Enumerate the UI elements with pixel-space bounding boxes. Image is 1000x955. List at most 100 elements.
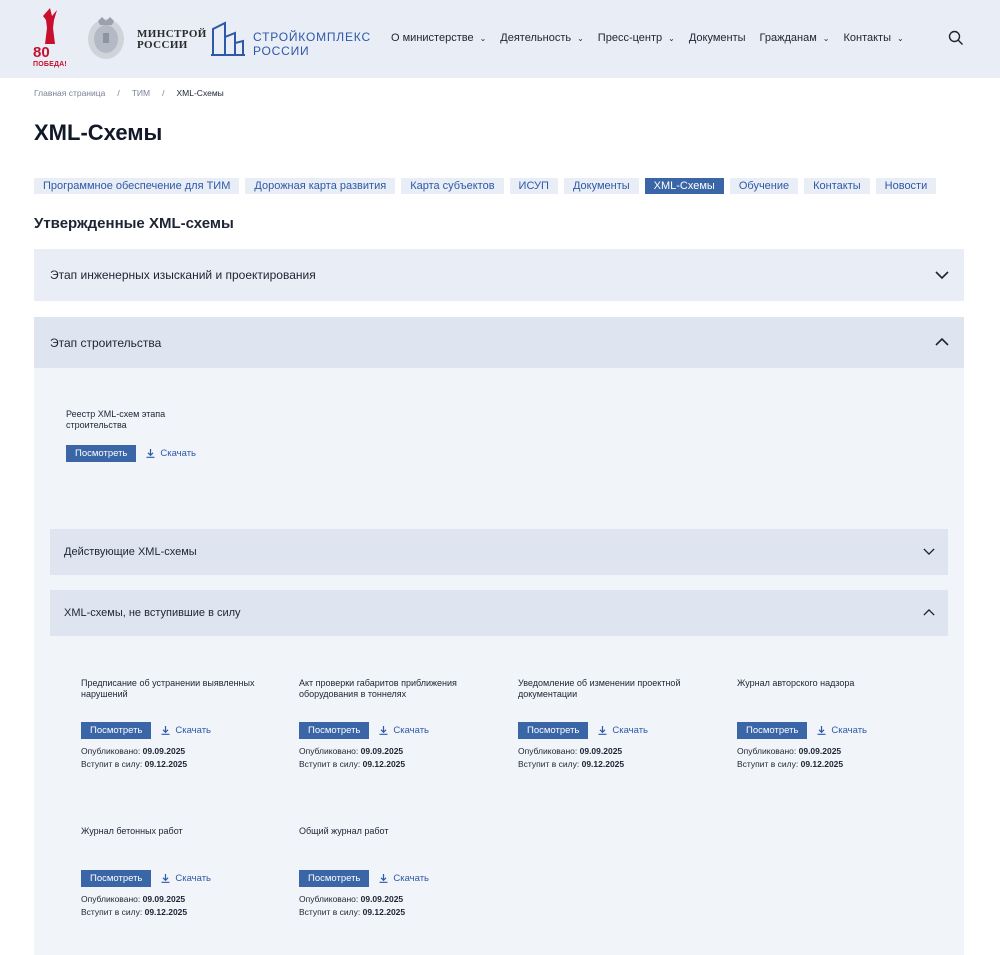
published-date: Опубликовано: 09.09.2025 (518, 746, 623, 756)
view-button[interactable]: Посмотреть (299, 722, 370, 739)
nav-item-label: Пресс-центр (597, 32, 663, 44)
schema-card: Общий журнал работ Посмотреть Скачать Оп… (299, 826, 489, 919)
nav-item-press[interactable]: Пресс-центр ⌄ (598, 32, 675, 44)
logo-80-number: 80 (33, 44, 50, 61)
chevron-down-icon: ⌄ (897, 33, 904, 43)
effective-date: Вступит в силу: 09.12.2025 (518, 759, 625, 769)
schema-card: Журнал бетонных работ Посмотреть Скачать… (81, 826, 271, 919)
effective-date: Вступит в силу: 09.12.2025 (299, 759, 406, 769)
tab-subjects-map[interactable]: Карта субъектов (401, 178, 504, 194)
download-label: Скачать (175, 873, 211, 884)
tab-isup[interactable]: ИСУП (509, 178, 558, 194)
download-icon (379, 726, 388, 735)
accordion-active-schemas[interactable]: Действующие XML-схемы (50, 529, 948, 575)
site-header: 80 ПОБЕДА! МИНСТРОЙ РОССИИ СТРОЙКОМПЛЕКС… (0, 0, 1000, 78)
effective-date: Вступит в силу: 09.12.2025 (737, 759, 844, 769)
published-date: Опубликовано: 09.09.2025 (737, 746, 842, 756)
stroykompleks-logo-icon[interactable] (211, 19, 245, 57)
download-link[interactable]: Скачать (379, 725, 429, 736)
download-link[interactable]: Скачать (161, 873, 211, 884)
download-label: Скачать (393, 873, 429, 884)
motherland-statue-icon (43, 8, 57, 44)
download-icon (379, 874, 388, 883)
section-title: Утвержденные XML-схемы (34, 215, 234, 232)
logo-80-caption: ПОБЕДА! (33, 61, 67, 68)
coat-of-arms-icon[interactable] (84, 13, 128, 63)
breadcrumb-current: XML-Схемы (176, 88, 224, 98)
download-link[interactable]: Скачать (379, 873, 429, 884)
search-icon[interactable] (948, 30, 964, 46)
accordion-title: Этап инженерных изысканий и проектирован… (50, 268, 316, 282)
card-title: Акт проверки габаритов приближения обору… (299, 678, 457, 699)
view-button[interactable]: Посмотреть (66, 445, 137, 462)
schema-card: Предписание об устранении выявленных нар… (81, 678, 271, 771)
download-link[interactable]: Скачать (598, 725, 648, 736)
download-icon (161, 726, 170, 735)
nav-item-citizens[interactable]: Гражданам ⌄ (760, 32, 830, 44)
complex-name-line2: РОССИИ (253, 44, 310, 58)
accordion-title: XML-схемы, не вступившие в силу (64, 607, 241, 619)
nav-item-contacts[interactable]: Контакты ⌄ (843, 32, 903, 44)
tab-roadmap[interactable]: Дорожная карта развития (245, 178, 396, 194)
breadcrumb: Главная страница / ТИМ / XML-Схемы (34, 88, 224, 98)
main-nav: О министерстве ⌄ Деятельность ⌄ Пресс-це… (391, 32, 918, 44)
published-date: Опубликовано: 09.09.2025 (81, 746, 186, 756)
view-button[interactable]: Посмотреть (81, 870, 152, 887)
tab-software[interactable]: Программное обеспечение для ТИМ (34, 178, 240, 194)
nav-item-about[interactable]: О министерстве ⌄ (391, 32, 486, 44)
download-icon (817, 726, 826, 735)
nav-item-label: О министерстве (391, 32, 474, 44)
breadcrumb-separator: / (117, 88, 120, 98)
victory-80-logo[interactable]: 80 ПОБЕДА! (33, 6, 67, 70)
tab-news[interactable]: Новости (875, 178, 937, 194)
registry-card: Реестр XML-схем этапа строительства Посм… (66, 409, 206, 462)
effective-date: Вступит в силу: 09.12.2025 (81, 907, 188, 917)
breadcrumb-separator: / (162, 88, 165, 98)
published-date: Опубликовано: 09.09.2025 (299, 894, 404, 904)
section-tabs: Программное обеспечение для ТИМ Дорожная… (34, 178, 937, 194)
page-title: XML-Схемы (34, 120, 163, 145)
stroykompleks-name[interactable]: СТРОЙКОМПЛЕКС РОССИИ (253, 30, 371, 58)
chevron-down-icon: ⌄ (822, 33, 830, 43)
chevron-down-icon (923, 548, 935, 556)
chevron-up-icon (923, 608, 935, 616)
card-title: Журнал бетонных работ (81, 826, 183, 836)
accordion-pending-schemas[interactable]: XML-схемы, не вступившие в силу (50, 590, 948, 636)
breadcrumb-tim[interactable]: ТИМ (132, 88, 150, 98)
effective-date: Вступит в силу: 09.12.2025 (81, 759, 188, 769)
breadcrumb-home[interactable]: Главная страница (34, 88, 105, 98)
view-button[interactable]: Посмотреть (299, 870, 370, 887)
card-title: Реестр XML-схем этапа строительства (66, 409, 166, 430)
download-icon (598, 726, 607, 735)
accordion-title: Этап строительства (50, 336, 162, 350)
card-title: Общий журнал работ (299, 826, 389, 836)
schema-card: Акт проверки габаритов приближения обору… (299, 678, 489, 771)
tab-xml-schemas[interactable]: XML-Схемы (644, 178, 724, 194)
card-title: Журнал авторского надзора (737, 678, 855, 688)
nav-item-label: Гражданам (759, 32, 817, 44)
accordion-survey-design[interactable]: Этап инженерных изысканий и проектирован… (34, 249, 964, 301)
nav-item-documents[interactable]: Документы (689, 32, 746, 44)
ministry-name[interactable]: МИНСТРОЙ РОССИИ (137, 29, 207, 51)
download-label: Скачать (175, 725, 211, 736)
download-link[interactable]: Скачать (161, 725, 211, 736)
published-date: Опубликовано: 09.09.2025 (299, 746, 404, 756)
view-button[interactable]: Посмотреть (737, 722, 808, 739)
tab-training[interactable]: Обучение (729, 178, 799, 194)
download-link[interactable]: Скачать (146, 448, 196, 459)
tab-contacts[interactable]: Контакты (804, 178, 870, 194)
chevron-down-icon: ⌄ (577, 33, 584, 43)
nav-item-activity[interactable]: Деятельность ⌄ (500, 32, 584, 44)
nav-item-label: Контакты (843, 32, 891, 44)
chevron-down-icon: ⌄ (479, 33, 487, 43)
tab-documents[interactable]: Документы (563, 178, 639, 194)
accordion-construction[interactable]: Этап строительства (34, 317, 964, 368)
card-title: Уведомление об изменении проектной докум… (518, 678, 681, 699)
download-icon (146, 449, 155, 458)
accordion-title: Действующие XML-схемы (64, 546, 197, 558)
view-button[interactable]: Посмотреть (518, 722, 589, 739)
view-button[interactable]: Посмотреть (81, 722, 152, 739)
chevron-up-icon (935, 337, 949, 346)
complex-name-line1: СТРОЙКОМПЛЕКС (253, 30, 371, 44)
download-link[interactable]: Скачать (817, 725, 867, 736)
